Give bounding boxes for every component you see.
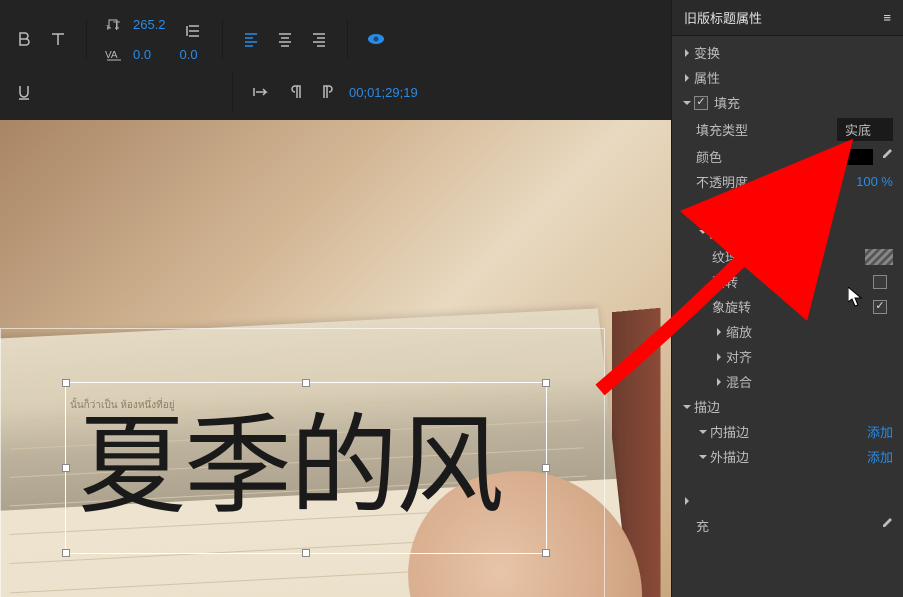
kerning-value[interactable]: 0.0	[133, 47, 151, 62]
flip-checkbox[interactable]	[873, 275, 887, 289]
align-group[interactable]: 对齐	[672, 344, 903, 369]
fill-short-row: 充	[672, 513, 903, 538]
align-right-icon[interactable]	[305, 25, 333, 53]
stroke-group[interactable]: 描边	[672, 394, 903, 419]
chevron-right-icon[interactable]	[680, 71, 694, 85]
leading-icon	[180, 17, 208, 45]
resize-handle[interactable]	[62, 464, 70, 472]
opacity-row: 不透明度 100 %	[672, 169, 903, 194]
flip-row: 翻转	[672, 269, 903, 294]
rotate-row: 象旋转	[672, 294, 903, 319]
properties-panel: 旧版标题属性 ≡ 变换 属性 填充 填充类型 实底 颜色	[671, 0, 903, 597]
eye-icon[interactable]	[362, 25, 390, 53]
tracking-value[interactable]: 0.0	[180, 47, 198, 62]
chevron-down-icon[interactable]	[696, 450, 710, 464]
blend-group[interactable]: 混合	[672, 369, 903, 394]
texture-checkbox[interactable]	[710, 225, 724, 239]
para-icon[interactable]	[281, 78, 309, 106]
texture-swatch[interactable]	[865, 249, 893, 265]
svg-text:т: т	[106, 23, 110, 32]
transform-group[interactable]: 变换	[672, 40, 903, 65]
add-outer-stroke[interactable]: 添加	[867, 447, 893, 466]
svg-text:VA: VA	[105, 50, 118, 61]
resize-handle[interactable]	[302, 379, 310, 387]
inner-stroke-row[interactable]: 内描边 添加	[672, 419, 903, 444]
properties-group[interactable]: 属性	[672, 65, 903, 90]
outer-stroke-row[interactable]: 外描边 添加	[672, 444, 903, 469]
chevron-down-icon[interactable]	[680, 400, 694, 414]
eyedropper-icon[interactable]	[879, 148, 893, 165]
fill-type-dropdown[interactable]: 实底	[837, 118, 893, 141]
chevron-right-icon[interactable]	[712, 350, 726, 364]
chevron-right-icon[interactable]	[680, 46, 694, 60]
texture-swatch-row: 纹理	[672, 244, 903, 269]
panel-title: 旧版标题属性	[684, 8, 762, 27]
tab-icon[interactable]	[247, 78, 275, 106]
bold-icon[interactable]	[10, 25, 38, 53]
title-canvas[interactable]: นั้นก็ว่าเป็น ห้องหนึ่งที่อยู่ 夏季的风	[0, 120, 671, 597]
font-size-value[interactable]: 265.2	[133, 17, 166, 32]
resize-handle[interactable]	[302, 549, 310, 557]
eyedropper-icon[interactable]	[879, 517, 893, 534]
fill-checkbox[interactable]	[694, 96, 708, 110]
kerning-icon: VA	[101, 40, 129, 68]
align-center-icon[interactable]	[271, 25, 299, 53]
resize-handle[interactable]	[62, 549, 70, 557]
text-selection-box[interactable]	[65, 382, 547, 554]
panel-menu-icon[interactable]: ≡	[883, 10, 891, 25]
add-inner-stroke[interactable]: 添加	[867, 422, 893, 441]
underline-icon[interactable]	[10, 78, 38, 106]
chevron-right-icon[interactable]	[680, 494, 694, 508]
fill-type-row: 填充类型 实底	[672, 115, 903, 144]
text-tool-icon[interactable]	[44, 25, 72, 53]
opacity-value[interactable]: 100 %	[856, 174, 893, 189]
chevron-down-icon[interactable]	[696, 225, 710, 239]
timecode-value[interactable]: 00;01;29;19	[349, 85, 418, 100]
sheen-checkbox[interactable]	[710, 200, 724, 214]
panel-header: 旧版标题属性 ≡	[672, 0, 903, 36]
font-size-icon: тT	[101, 10, 129, 38]
color-row: 颜色	[672, 144, 903, 169]
rotate-checkbox[interactable]	[873, 300, 887, 314]
chevron-right-icon[interactable]	[696, 200, 710, 214]
chevron-down-icon[interactable]	[696, 425, 710, 439]
align-left-icon[interactable]	[237, 25, 265, 53]
scale-group[interactable]: 缩放	[672, 319, 903, 344]
resize-handle[interactable]	[542, 549, 550, 557]
reverse-para-icon[interactable]	[315, 78, 343, 106]
color-swatch[interactable]	[845, 149, 873, 165]
text-toolbar: тT 265.2 VA 0.0 0.0	[0, 0, 671, 120]
chevron-down-icon[interactable]	[680, 96, 694, 110]
fill-group[interactable]: 填充	[672, 90, 903, 115]
resize-handle[interactable]	[542, 464, 550, 472]
chevron-right-icon[interactable]	[712, 325, 726, 339]
svg-text:T: T	[113, 19, 121, 32]
resize-handle[interactable]	[62, 379, 70, 387]
sheen-group[interactable]: 光泽	[672, 194, 903, 219]
resize-handle[interactable]	[542, 379, 550, 387]
cursor-icon	[848, 287, 864, 307]
truncated-row[interactable]	[672, 489, 903, 513]
chevron-right-icon[interactable]	[712, 375, 726, 389]
texture-group[interactable]: 纹理	[672, 219, 903, 244]
